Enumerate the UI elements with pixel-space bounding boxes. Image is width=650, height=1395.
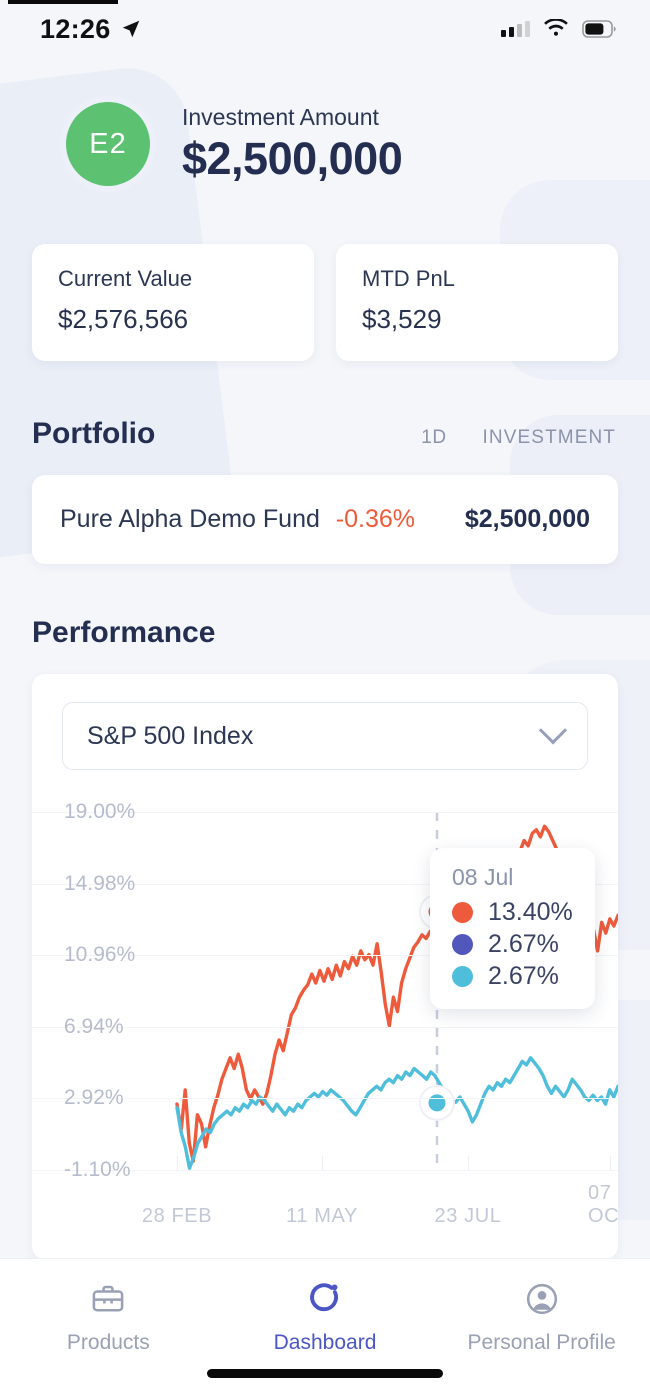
chevron-down-icon bbox=[538, 716, 568, 745]
home-indicator bbox=[207, 1369, 443, 1378]
account-header: E2 Investment Amount $2,500,000 bbox=[0, 58, 650, 192]
mtd-pnl-label: MTD PnL bbox=[362, 266, 455, 291]
tooltip-series-dot bbox=[452, 902, 473, 923]
chart-x-axis-label: 07 OCT bbox=[587, 1182, 618, 1227]
tab-personal-profile[interactable]: Personal Profile bbox=[433, 1281, 650, 1355]
mtd-pnl-card[interactable]: MTD PnL $3,529 bbox=[336, 244, 618, 361]
tab-products[interactable]: Products bbox=[0, 1281, 217, 1355]
tab-personal-profile-label: Personal Profile bbox=[467, 1331, 616, 1354]
current-value-card[interactable]: Current Value $2,576,566 bbox=[32, 244, 314, 361]
tooltip-series-dot bbox=[452, 966, 473, 987]
chart-y-axis-label: 2.92% bbox=[64, 1086, 124, 1110]
portfolio-row[interactable]: Pure Alpha Demo Fund -0.36% $2,500,000 bbox=[32, 475, 618, 564]
avatar[interactable]: E2 bbox=[66, 102, 150, 186]
chart-y-axis-label: 6.94% bbox=[64, 1014, 124, 1038]
performance-title: Performance bbox=[32, 616, 216, 649]
tooltip-row: 2.67% bbox=[452, 962, 573, 991]
chart-marker-dot[interactable] bbox=[428, 1094, 446, 1112]
portfolio-column-investment[interactable]: INVESTMENT bbox=[483, 427, 616, 449]
portfolio-columns: 1D INVESTMENT bbox=[421, 427, 616, 449]
portfolio-column-change[interactable]: 1D bbox=[421, 427, 446, 449]
portfolio-title: Portfolio bbox=[32, 417, 156, 450]
portfolio-fund-name: Pure Alpha Demo Fund bbox=[60, 505, 320, 533]
user-circle-icon bbox=[526, 1283, 557, 1315]
benchmark-select-value: S&P 500 Index bbox=[87, 721, 254, 750]
tab-dashboard[interactable]: Dashboard bbox=[217, 1281, 434, 1355]
notch-indicator bbox=[8, 0, 118, 4]
investment-amount-value: $2,500,000 bbox=[182, 132, 403, 184]
chart-y-axis-label: 10.96% bbox=[64, 943, 136, 967]
chart-x-tick bbox=[322, 1156, 323, 1170]
benchmark-select[interactable]: S&P 500 Index bbox=[62, 702, 588, 770]
avatar-initials: E2 bbox=[89, 127, 127, 160]
current-value-amount: $2,576,566 bbox=[58, 304, 189, 334]
chart-x-tick bbox=[468, 1156, 469, 1170]
chart-tooltip: 08 Jul 13.40% 2.67% 2.67% bbox=[430, 848, 595, 1009]
tooltip-date: 08 Jul bbox=[452, 864, 514, 890]
briefcase-icon bbox=[92, 1285, 124, 1312]
chart-y-axis-label: -1.10% bbox=[64, 1158, 131, 1181]
tooltip-row: 2.67% bbox=[452, 930, 573, 959]
mtd-pnl-amount: $3,529 bbox=[362, 304, 442, 334]
tab-products-label: Products bbox=[66, 1331, 150, 1354]
portfolio-section-header: Portfolio 1D INVESTMENT bbox=[0, 361, 650, 451]
refresh-circle-icon bbox=[310, 1283, 338, 1312]
chart-y-axis-label: 19.00% bbox=[64, 800, 136, 823]
tooltip-series-value: 13.40% bbox=[488, 898, 573, 926]
chart-x-tick bbox=[610, 1156, 611, 1170]
investment-amount-block: Investment Amount $2,500,000 bbox=[182, 103, 403, 185]
status-bar-left: 12:26 bbox=[40, 14, 142, 45]
portfolio-fund-investment: $2,500,000 bbox=[464, 505, 590, 533]
status-bar-time: 12:26 bbox=[40, 13, 111, 44]
status-bar: 12:26 bbox=[0, 0, 650, 58]
wifi-icon bbox=[544, 19, 568, 36]
tooltip-series-dot bbox=[452, 934, 473, 955]
chart-x-axis-label: 23 JUL bbox=[434, 1205, 502, 1227]
phone-screen: 12:26 E2 Investment Amount $2,500,000 Cu… bbox=[0, 0, 650, 1395]
signal-icon bbox=[501, 21, 530, 37]
status-bar-right bbox=[501, 19, 616, 39]
tooltip-series-value: 2.67% bbox=[488, 930, 559, 958]
portfolio-fund-change: -0.36% bbox=[335, 505, 415, 533]
tab-dashboard-label: Dashboard bbox=[273, 1331, 377, 1354]
chart-y-axis-label: 14.98% bbox=[64, 871, 136, 895]
location-arrow-icon bbox=[122, 20, 139, 38]
chart-x-tick bbox=[177, 1156, 178, 1170]
current-value-label: Current Value bbox=[58, 266, 193, 291]
tooltip-series-value: 2.67% bbox=[488, 962, 559, 990]
chart-x-axis-label: 28 FEB bbox=[141, 1205, 213, 1227]
investment-amount-label: Investment Amount bbox=[182, 103, 379, 130]
chart-x-axis-label: 11 MAY bbox=[286, 1205, 358, 1227]
avatar-ring: E2 bbox=[60, 96, 156, 192]
summary-cards: Current Value $2,576,566 MTD PnL $3,529 bbox=[0, 192, 650, 361]
battery-icon bbox=[582, 20, 616, 38]
tooltip-row: 13.40% bbox=[452, 898, 573, 927]
